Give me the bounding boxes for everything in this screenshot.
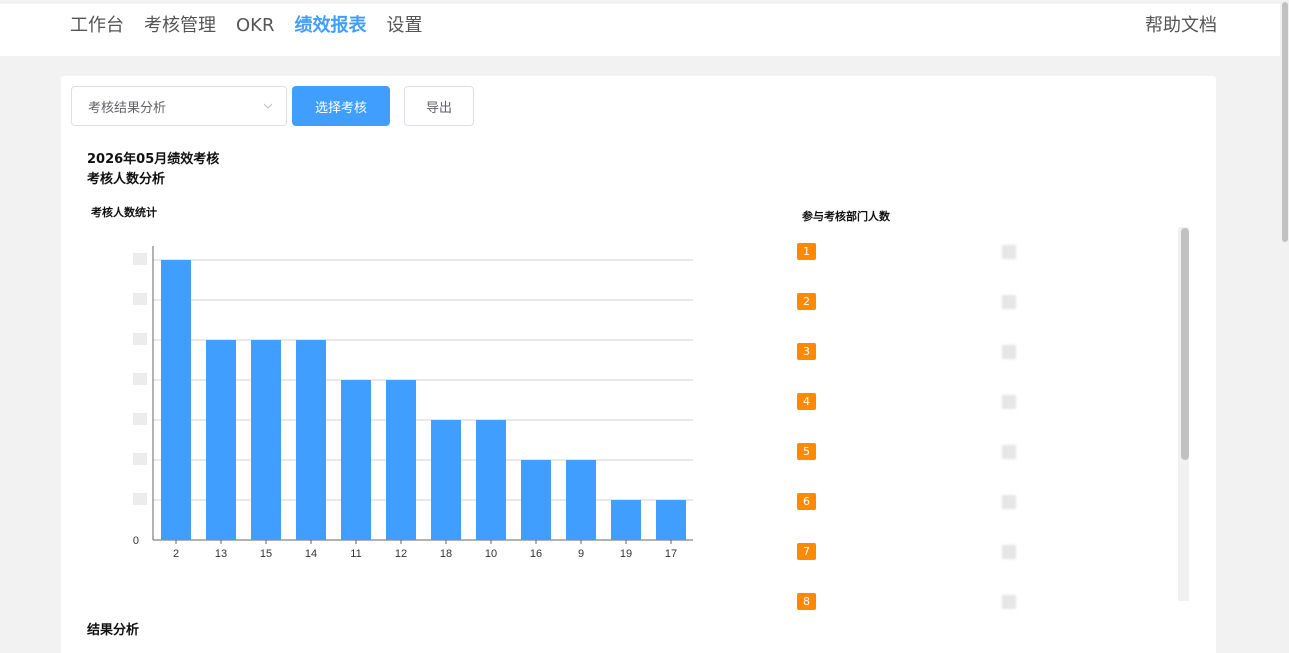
main-nav: 工作台 考核管理 OKR 绩效报表 设置: [70, 14, 442, 38]
chart-bar-2[interactable]: [161, 260, 191, 540]
top-nav-bar: 工作台 考核管理 OKR 绩效报表 设置 帮助文档: [0, 4, 1280, 56]
ranking-row: 2: [797, 293, 1097, 313]
rank-badge: 7: [797, 543, 816, 560]
x-tick-label-14: 14: [305, 548, 317, 560]
x-tick-label-2: 2: [173, 548, 179, 560]
y-tick-redacted: [133, 453, 147, 465]
rank-badge: 4: [797, 393, 816, 410]
ranking-row: 4: [797, 393, 1097, 413]
toolbar: 考核结果分析 选择考核 导出: [71, 86, 474, 126]
y-tick-redacted: [133, 373, 147, 385]
y-tick-redacted: [133, 413, 147, 425]
chart-bar-14[interactable]: [296, 340, 326, 540]
ranking-row: 7: [797, 543, 1097, 563]
ranking-row: 6: [797, 493, 1097, 513]
headcount-bar-chart: 0 2 13 15 14 11 12 18 10 16 9 19 17: [133, 246, 693, 560]
section-title: 考核人数分析: [87, 172, 166, 187]
rank-department-redacted: [1002, 495, 1016, 509]
rank-department-redacted: [1002, 245, 1016, 259]
x-tick-label-18: 18: [440, 548, 452, 560]
chevron-down-icon: [263, 103, 273, 109]
y-tick-redacted: [133, 333, 147, 345]
chart-bar-18[interactable]: [431, 420, 461, 540]
report-card: 考核结果分析 选择考核 导出 2026年05月绩效考核 考核人数分析 考核人数统…: [61, 76, 1216, 653]
help-docs-link[interactable]: 帮助文档: [1145, 14, 1217, 38]
rank-department-redacted: [1002, 295, 1016, 309]
x-tick-label-10: 10: [485, 548, 497, 560]
ranking-title: 参与考核部门人数: [802, 210, 890, 223]
chart-bar-10[interactable]: [476, 420, 506, 540]
rank-department-redacted: [1002, 595, 1016, 609]
chart-bar-11[interactable]: [341, 380, 371, 540]
chart-bar-13[interactable]: [206, 340, 236, 540]
department-ranking-list[interactable]: 1 2 3 4 5 6 7 8: [797, 226, 1190, 653]
rank-badge: 5: [797, 443, 816, 460]
x-tick-label-16: 16: [530, 548, 542, 560]
x-tick-label-12: 12: [395, 548, 407, 560]
x-tick-label-17: 17: [665, 548, 677, 560]
page-scrollbar-thumb[interactable]: [1282, 2, 1288, 242]
rank-badge: 2: [797, 293, 816, 310]
x-tick-label-15: 15: [260, 548, 272, 560]
report-type-select[interactable]: 考核结果分析: [71, 86, 287, 126]
nav-item-assessment[interactable]: 考核管理: [144, 14, 216, 38]
x-tick-label-13: 13: [215, 548, 227, 560]
ranking-row: 8: [797, 593, 1097, 613]
ranking-scrollbar-thumb[interactable]: [1181, 228, 1189, 460]
y-tick-label: 0: [133, 535, 139, 547]
x-tick-label-11: 11: [350, 548, 361, 560]
chart-title: 考核人数统计: [91, 206, 157, 219]
nav-item-settings[interactable]: 设置: [386, 14, 422, 38]
rank-badge: 3: [797, 343, 816, 360]
rank-badge: 8: [797, 593, 816, 610]
report-type-select-value: 考核结果分析: [88, 100, 167, 116]
ranking-row: 3: [797, 343, 1097, 363]
chart-bar-15[interactable]: [251, 340, 281, 540]
rank-badge: 1: [797, 243, 816, 260]
ranking-row: 5: [797, 443, 1097, 463]
x-tick-label-19: 19: [620, 548, 632, 560]
nav-item-performance-report[interactable]: 绩效报表: [294, 14, 366, 38]
rank-department-redacted: [1002, 395, 1016, 409]
export-button[interactable]: 导出: [404, 86, 474, 126]
y-tick-redacted: [133, 293, 147, 305]
chart-bar-9[interactable]: [566, 460, 596, 540]
result-analysis-title: 结果分析: [87, 623, 140, 638]
y-tick-redacted: [133, 253, 147, 265]
nav-item-workbench[interactable]: 工作台: [70, 14, 124, 38]
rank-department-redacted: [1002, 445, 1016, 459]
chart-bar-17[interactable]: [656, 500, 686, 540]
chart-bar-19[interactable]: [611, 500, 641, 540]
select-assessment-button[interactable]: 选择考核: [292, 86, 390, 126]
rank-department-redacted: [1002, 345, 1016, 359]
ranking-row: 1: [797, 243, 1097, 263]
x-tick-label-9: 9: [578, 548, 584, 560]
rank-badge: 6: [797, 493, 816, 510]
chart-bar-12[interactable]: [386, 380, 416, 540]
rank-department-redacted: [1002, 545, 1016, 559]
nav-item-okr[interactable]: OKR: [236, 14, 274, 38]
period-title: 2026年05月绩效考核: [87, 152, 220, 167]
chart-bar-16[interactable]: [521, 460, 551, 540]
y-tick-redacted: [133, 493, 147, 505]
